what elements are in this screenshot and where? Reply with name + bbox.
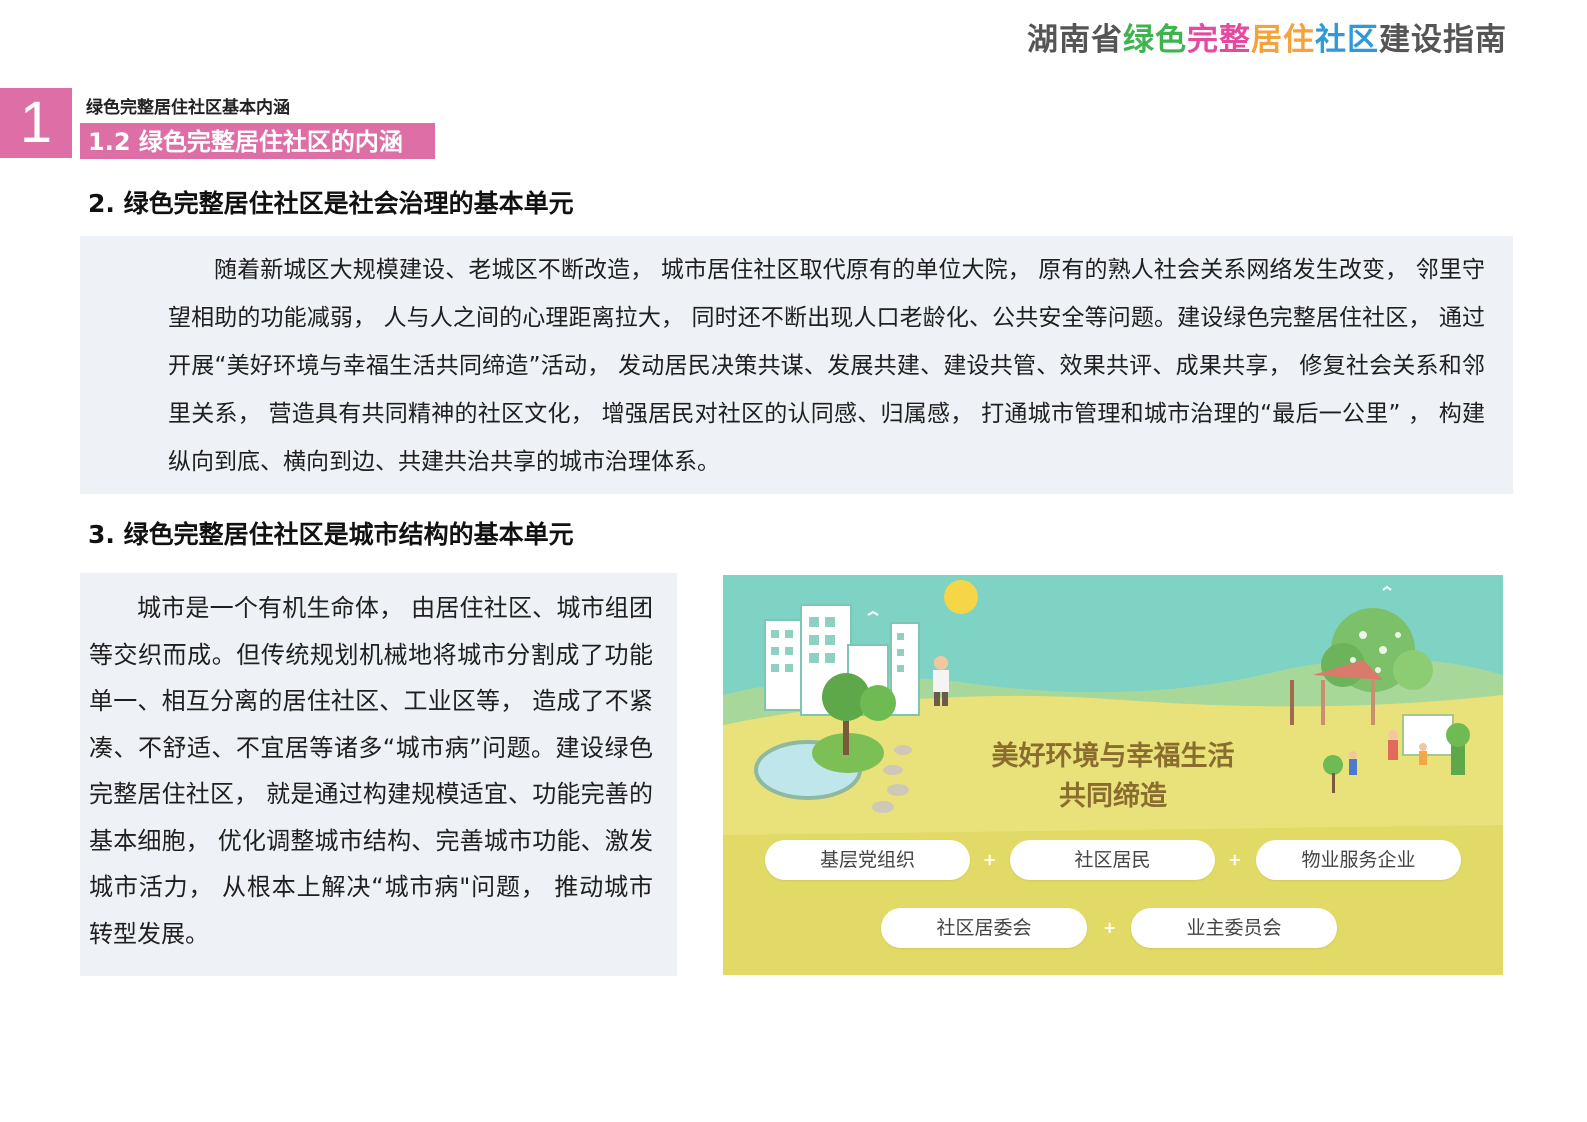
section-3-text-box: 城市是一个有机生命体， 由居住社区、城市组团等交织而成。但传统规划机械地将城市分…	[80, 573, 677, 976]
illustration-title-line2: 共同缔造	[1059, 781, 1167, 812]
title-part: 社区	[1315, 22, 1379, 58]
chapter-number: 1	[19, 90, 53, 155]
tree-icon	[860, 685, 896, 721]
section-2-text-box: 随着新城区大规模建设、老城区不断改造， 城市居住社区取代原有的单位大院， 原有的…	[80, 236, 1513, 494]
illustration-title-line1: 美好环境与幸福生活	[991, 741, 1235, 772]
sun-icon	[944, 580, 978, 614]
chapter-name: 绿色完整居住社区基本内涵	[86, 98, 290, 118]
pill-neighborhood-committee: 社区居委会	[881, 908, 1087, 948]
plus-sign: +	[1103, 918, 1117, 937]
section-3-heading: 3. 绿色完整居住社区是城市结构的基本单元	[88, 520, 574, 549]
document-title: 湖南省绿色完整居住社区建设指南	[1027, 14, 1507, 59]
tree-icon	[1446, 723, 1470, 747]
title-part: 湖南省	[1027, 22, 1123, 58]
pill-property-service: 物业服务企业	[1256, 840, 1461, 880]
title-part: 绿色	[1123, 22, 1187, 58]
section-2-paragraph: 随着新城区大规模建设、老城区不断改造， 城市居住社区取代原有的单位大院， 原有的…	[168, 257, 1485, 475]
plus-sign: +	[1228, 850, 1242, 869]
illustration-title: 美好环境与幸福生活 共同缔造	[953, 737, 1273, 817]
title-part: 居住	[1251, 22, 1315, 58]
section-3-paragraph: 城市是一个有机生命体， 由居住社区、城市组团等交织而成。但传统规划机械地将城市分…	[89, 594, 653, 948]
pill-owners-committee: 业主委员会	[1131, 908, 1337, 948]
section-title: 1.2 绿色完整居住社区的内涵	[88, 128, 403, 156]
title-part: 完整	[1187, 22, 1251, 58]
pill-party-organization: 基层党组织	[765, 840, 970, 880]
pill-residents: 社区居民	[1010, 840, 1215, 880]
community-illustration: 美好环境与幸福生活 共同缔造 基层党组织 + 社区居民 + 物业服务企业 社区居…	[723, 575, 1503, 975]
title-part: 建设指南	[1379, 22, 1507, 58]
plus-sign: +	[983, 850, 997, 869]
section-2-heading: 2. 绿色完整居住社区是社会治理的基本单元	[88, 189, 574, 218]
